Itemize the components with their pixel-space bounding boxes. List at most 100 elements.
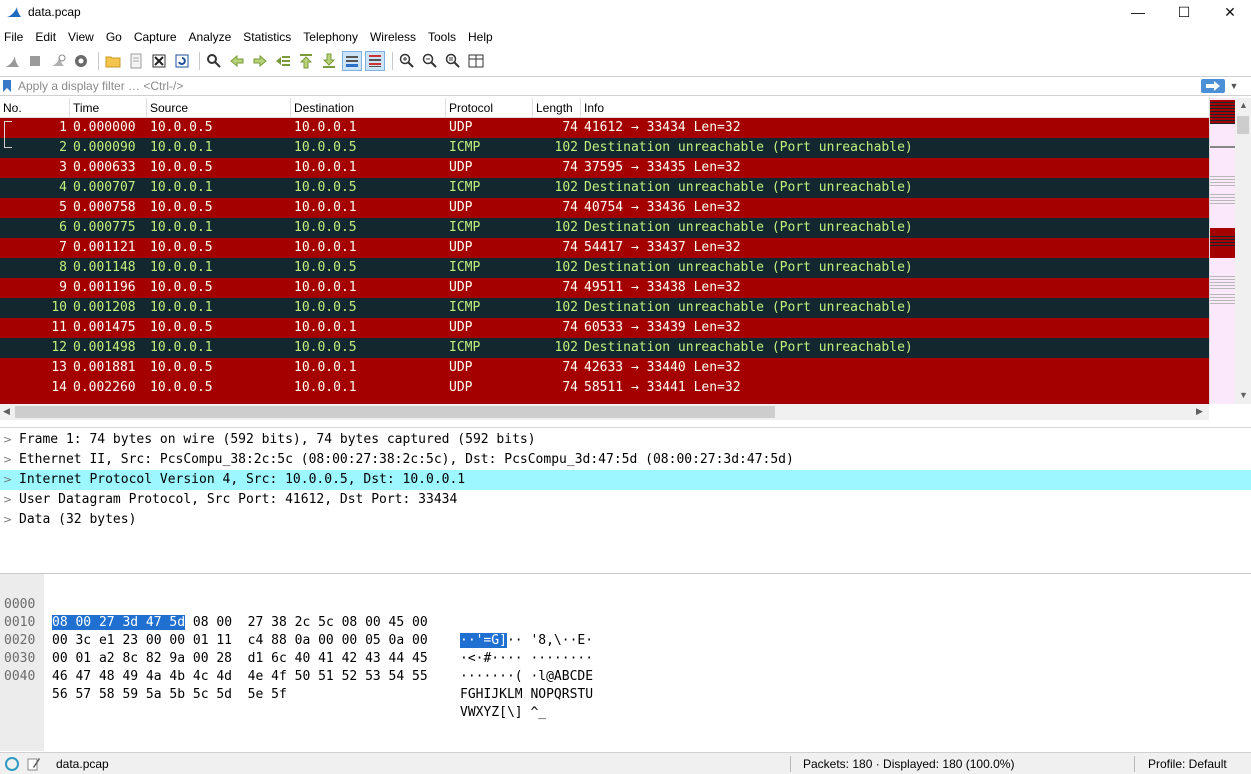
detail-tree-item-selected[interactable]: > Internet Protocol Version 4, Src: 10.0.… <box>0 470 1251 490</box>
go-to-packet-button[interactable] <box>273 51 293 71</box>
packet-source: 10.0.0.5 <box>150 240 213 255</box>
column-header-protocol[interactable]: Protocol <box>446 98 533 118</box>
packet-list-minimap[interactable] <box>1209 98 1235 404</box>
detail-tree-item[interactable]: > User Datagram Protocol, Src Port: 41612… <box>0 490 1251 510</box>
chevron-right-icon[interactable]: > <box>3 490 12 510</box>
go-back-button[interactable] <box>227 51 247 71</box>
reload-file-button[interactable] <box>172 51 192 71</box>
chevron-right-icon[interactable]: > <box>3 450 12 470</box>
chevron-right-icon[interactable]: > <box>3 470 12 490</box>
menu-help[interactable]: Help <box>462 30 499 44</box>
packet-row[interactable]: 5 0.000758 10.0.0.5 10.0.0.1 UDP 74 40754 → 33… <box>0 198 1209 218</box>
filter-history-dropdown[interactable]: ▼ <box>1227 81 1241 91</box>
packet-row[interactable]: 7 0.001121 10.0.0.5 10.0.0.1 UDP 74 54417 → 33… <box>0 238 1209 258</box>
zoom-out-button[interactable] <box>420 51 440 71</box>
save-file-button[interactable] <box>126 51 146 71</box>
filter-bookmark-button[interactable] <box>0 77 14 95</box>
scroll-down-icon[interactable]: ▼ <box>1239 390 1248 400</box>
go-first-packet-button[interactable] <box>296 51 316 71</box>
hex-bytes[interactable]: 00 01 a2 8c 82 9a 00 28 d1 6c 40 41 42 4… <box>52 650 428 668</box>
go-last-packet-button[interactable] <box>319 51 339 71</box>
bytes-row[interactable]: 0010 00 3c e1 23 00 00 01 11 c4 88 0a 00… <box>0 596 593 666</box>
menu-file[interactable]: File <box>0 30 29 44</box>
close-file-button[interactable] <box>149 51 169 71</box>
menu-edit[interactable]: Edit <box>29 30 62 44</box>
packet-row[interactable]: 10 0.001208 10.0.0.1 10.0.0.5 ICMP 102 Destina… <box>0 298 1209 318</box>
menu-wireless[interactable]: Wireless <box>364 30 422 44</box>
maximize-button[interactable]: ☐ <box>1161 0 1207 24</box>
display-filter-input[interactable] <box>14 77 1201 95</box>
apply-filter-button[interactable] <box>1201 79 1225 93</box>
column-header-no[interactable]: No. <box>0 98 70 118</box>
hex-bytes[interactable]: 46 47 48 49 4a 4b 4c 4d 4e 4f 50 51 52 5… <box>52 668 428 686</box>
chevron-right-icon[interactable]: > <box>3 510 12 530</box>
detail-tree-item[interactable]: > Ethernet II, Src: PcsCompu_38:2c:5c (08… <box>0 450 1251 470</box>
zoom-in-button[interactable] <box>397 51 417 71</box>
capture-comment-icon[interactable] <box>27 753 41 774</box>
hex-bytes[interactable]: 00 3c e1 23 00 00 01 11 c4 88 0a 00 00 0… <box>52 632 428 650</box>
go-forward-button[interactable] <box>250 51 270 71</box>
detail-tree-item[interactable]: > Frame 1: 74 bytes on wire (592 bits), 7… <box>0 430 1251 450</box>
menu-go[interactable]: Go <box>100 30 128 44</box>
packet-protocol: UDP <box>449 200 473 215</box>
minimize-button[interactable]: — <box>1115 0 1161 24</box>
detail-tree-item[interactable]: > Data (32 bytes) <box>0 510 1251 530</box>
auto-scroll-button[interactable] <box>342 51 362 71</box>
packet-row[interactable]: 3 0.000633 10.0.0.5 10.0.0.1 UDP 74 37595 → 33… <box>0 158 1209 178</box>
bytes-row[interactable]: 0000 08 00 27 3d 47 5d 08 00 27 38 2c 5c… <box>0 578 593 648</box>
start-capture-button[interactable] <box>2 51 22 71</box>
ascii-bytes[interactable]: FGHIJKLM NOPQRSTU <box>460 686 593 704</box>
packet-row[interactable]: 9 0.001196 10.0.0.5 10.0.0.1 UDP 74 49511 → 33… <box>0 278 1209 298</box>
scroll-right-icon[interactable]: ▶ <box>1196 406 1203 417</box>
find-packet-button[interactable] <box>204 51 224 71</box>
capture-options-button[interactable] <box>71 51 91 71</box>
column-header-source[interactable]: Source <box>147 98 291 118</box>
expert-info-icon[interactable] <box>5 757 19 771</box>
ascii-bytes[interactable]: ·······( ·l@ABCDE <box>460 668 593 686</box>
menu-analyze[interactable]: Analyze <box>183 30 238 44</box>
packet-row[interactable]: 11 0.001475 10.0.0.5 10.0.0.1 UDP 74 60533 → 3… <box>0 318 1209 338</box>
open-file-button[interactable] <box>103 51 123 71</box>
menu-telephony[interactable]: Telephony <box>297 30 364 44</box>
scroll-thumb[interactable] <box>15 406 775 418</box>
restart-capture-button[interactable] <box>48 51 68 71</box>
ascii-bytes[interactable]: ··'=G]·· '8,\··E· <box>460 632 593 650</box>
packet-row[interactable]: 1 0.000000 10.0.0.5 10.0.0.1 UDP 74 41612 → 33… <box>0 118 1209 138</box>
packet-list-horizontal-scrollbar[interactable]: ◀ ▶ <box>0 404 1209 420</box>
colorize-button[interactable] <box>365 51 385 71</box>
menu-view[interactable]: View <box>62 30 100 44</box>
packet-row[interactable]: 4 0.000707 10.0.0.1 10.0.0.5 ICMP 102 Destinat… <box>0 178 1209 198</box>
packet-list-vertical-scrollbar[interactable]: ▲ ▼ <box>1235 98 1251 404</box>
packet-row[interactable]: 6 0.000775 10.0.0.1 10.0.0.5 ICMP 102 Destinat… <box>0 218 1209 238</box>
column-header-length[interactable]: Length <box>533 98 581 118</box>
packet-row[interactable]: 2 0.000090 10.0.0.1 10.0.0.5 ICMP 102 Destinat… <box>0 138 1209 158</box>
ascii-bytes[interactable]: VWXYZ[\] ^_ <box>460 704 546 722</box>
resize-columns-button[interactable] <box>466 51 486 71</box>
status-profile[interactable]: Profile: Default <box>1148 753 1227 774</box>
bytes-row[interactable]: 0030 46 47 48 49 4a 4b 4c 4d 4e 4f 50 51… <box>0 632 593 702</box>
hex-bytes[interactable]: 56 57 58 59 5a 5b 5c 5d 5e 5f <box>52 686 287 704</box>
packet-row[interactable]: 8 0.001148 10.0.0.1 10.0.0.5 ICMP 102 Destinat… <box>0 258 1209 278</box>
menu-statistics[interactable]: Statistics <box>237 30 297 44</box>
zoom-normal-button[interactable] <box>443 51 463 71</box>
column-header-info[interactable]: Info <box>581 98 1209 118</box>
chevron-right-icon[interactable]: > <box>3 430 12 450</box>
column-header-time[interactable]: Time <box>70 98 147 118</box>
packet-no: 2 <box>59 140 67 155</box>
stop-capture-button[interactable] <box>25 51 45 71</box>
packet-info: 40754 → 33436 Len=32 <box>584 200 741 215</box>
bytes-row[interactable]: 0020 00 01 a2 8c 82 9a 00 28 d1 6c 40 41… <box>0 614 593 684</box>
bytes-row[interactable]: 0040 56 57 58 59 5a 5b 5c 5d 5e 5f VWXYZ… <box>0 650 546 720</box>
scroll-up-icon[interactable]: ▲ <box>1239 100 1248 110</box>
hex-bytes[interactable]: 08 00 27 3d 47 5d 08 00 27 38 2c 5c 08 0… <box>52 614 428 632</box>
scroll-thumb[interactable] <box>1237 116 1249 134</box>
menu-tools[interactable]: Tools <box>422 30 462 44</box>
packet-row[interactable]: 13 0.001881 10.0.0.5 10.0.0.1 UDP 74 42633 → 3… <box>0 358 1209 378</box>
close-button[interactable]: ✕ <box>1207 0 1251 24</box>
packet-row[interactable]: 14 0.002260 10.0.0.5 10.0.0.1 UDP 74 58511 → 3… <box>0 378 1209 398</box>
column-header-destination[interactable]: Destination <box>291 98 446 118</box>
ascii-bytes[interactable]: ·<·#···· ········ <box>460 650 593 668</box>
packet-row[interactable]: 12 0.001498 10.0.0.1 10.0.0.5 ICMP 102 Destina… <box>0 338 1209 358</box>
scroll-left-icon[interactable]: ◀ <box>3 406 10 417</box>
menu-capture[interactable]: Capture <box>128 30 183 44</box>
